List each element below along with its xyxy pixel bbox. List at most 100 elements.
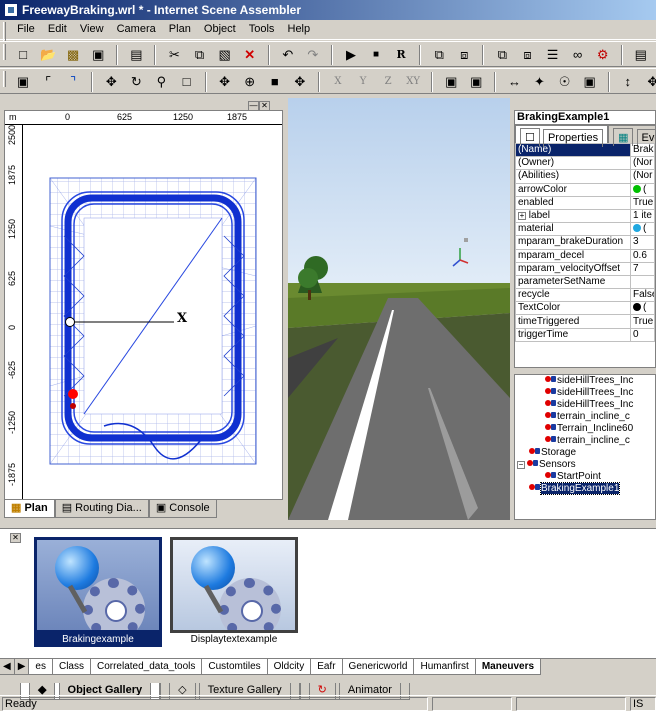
target-icon[interactable]: ☉ xyxy=(554,71,576,93)
gear-icon[interactable]: ⚙ xyxy=(592,44,614,66)
menu-help[interactable]: Help xyxy=(283,20,316,40)
height-icon[interactable]: ↕ xyxy=(617,71,639,93)
open-folder-icon[interactable]: 📂 xyxy=(37,44,59,66)
tree-node[interactable]: Storage xyxy=(515,447,655,459)
property-row[interactable]: recycleFalse xyxy=(515,288,655,303)
orbit-icon[interactable]: ⊕ xyxy=(239,71,261,93)
move-icon[interactable]: ✥ xyxy=(100,71,122,93)
menubar-grip[interactable] xyxy=(3,22,6,42)
category-tab[interactable]: Correlated_data_tools xyxy=(90,659,203,675)
tree-node[interactable]: terrain_incline_c xyxy=(515,411,655,423)
property-row[interactable]: material ( xyxy=(515,222,655,237)
menu-edit[interactable]: Edit xyxy=(43,20,72,40)
property-value[interactable]: ( xyxy=(630,301,655,316)
road-scene[interactable] xyxy=(288,98,510,520)
property-value[interactable]: True xyxy=(630,314,655,329)
menu-plan[interactable]: Plan xyxy=(164,20,196,40)
toolbar-grip[interactable] xyxy=(3,44,6,60)
tree-node[interactable]: StartPoint xyxy=(515,471,655,483)
gallery-item[interactable]: Brakingexample xyxy=(34,537,162,649)
rotate-icon[interactable]: ↻ xyxy=(125,71,147,93)
property-row[interactable]: timeTriggered True xyxy=(515,314,655,329)
play-icon[interactable]: ▶ xyxy=(340,44,362,66)
save-icon[interactable]: ▣ xyxy=(87,44,109,66)
measure-icon[interactable]: ∞ xyxy=(567,44,589,66)
frame-icon[interactable]: ▣ xyxy=(579,71,601,93)
property-value[interactable]: True xyxy=(630,195,655,210)
fit-icon[interactable]: ■ xyxy=(264,71,286,93)
category-tab[interactable]: es xyxy=(29,659,53,675)
scroll-right-icon[interactable]: ▶ xyxy=(14,659,30,675)
axis-y-button[interactable]: Y xyxy=(352,71,374,93)
menu-view[interactable]: View xyxy=(75,20,109,40)
plan-move-icon[interactable]: ⌝ xyxy=(62,71,84,93)
property-row[interactable]: parameterSetName xyxy=(515,274,655,290)
open-scene-icon[interactable]: ▩ xyxy=(62,44,84,66)
category-tab[interactable]: Eafr xyxy=(311,659,343,675)
property-value[interactable]: 3 xyxy=(630,235,655,250)
property-value[interactable]: ( xyxy=(630,222,655,237)
axis-z-button[interactable]: Z xyxy=(377,71,399,93)
tab-events[interactable]: ▦ Events xyxy=(608,125,655,147)
expand-icon[interactable]: + xyxy=(518,212,526,221)
category-tab-active[interactable]: Maneuvers xyxy=(475,659,542,675)
property-value[interactable]: 0 xyxy=(630,327,655,342)
width-icon[interactable]: ↔ xyxy=(503,71,525,93)
snap-icon[interactable]: ✦ xyxy=(529,71,551,93)
axis-xy-button[interactable]: XY xyxy=(402,71,424,93)
property-row[interactable]: enabled True xyxy=(515,195,655,210)
tree-node-selected[interactable]: BrakingExample1 xyxy=(515,482,655,495)
group-icon[interactable]: ⧉ xyxy=(428,44,450,66)
tree-node[interactable]: sideHillTrees_Inc xyxy=(515,399,655,411)
property-value[interactable]: Brak xyxy=(630,142,655,158)
tree-node[interactable]: sideHillTrees_Inc xyxy=(515,375,655,387)
property-value[interactable]: (Nor xyxy=(630,169,655,184)
property-row[interactable]: + label 1 ite xyxy=(515,208,655,224)
view-top-icon[interactable]: ▣ xyxy=(465,71,487,93)
align-icon[interactable]: ☰ xyxy=(542,44,564,66)
category-tab[interactable]: Customtiles xyxy=(202,659,268,675)
property-value[interactable]: 7 xyxy=(630,261,655,276)
undo-icon[interactable]: ↶ xyxy=(277,44,299,66)
property-value[interactable]: 0.6 xyxy=(630,248,655,263)
property-row[interactable]: arrowColor ( xyxy=(515,182,655,197)
property-value[interactable] xyxy=(630,274,655,290)
property-value[interactable]: False xyxy=(630,288,655,303)
reset-button[interactable]: R xyxy=(390,44,412,66)
cut-icon[interactable]: ✂ xyxy=(164,44,186,66)
close-icon[interactable]: ✕ xyxy=(10,533,21,543)
property-row[interactable]: triggerTime 0 xyxy=(515,327,655,342)
category-tab[interactable]: Oldcity xyxy=(267,659,312,675)
zoom-icon[interactable]: ⚲ xyxy=(150,71,172,93)
paste-icon[interactable]: ▧ xyxy=(214,44,236,66)
category-tab[interactable]: Class xyxy=(52,659,91,675)
tree-node[interactable]: terrain_incline_c xyxy=(515,435,655,447)
collapse-icon[interactable]: − xyxy=(517,461,525,469)
center-icon[interactable]: ✥ xyxy=(289,71,311,93)
property-value[interactable]: ( xyxy=(630,182,655,197)
road-network-map[interactable] xyxy=(24,126,283,500)
plan-view[interactable]: m 0 625 1250 1875 2500 1875 1250 625 0 -… xyxy=(4,110,283,500)
property-row[interactable]: (Abilities) (Nor xyxy=(515,169,655,184)
zoom-box-icon[interactable]: □ xyxy=(176,71,198,93)
property-row[interactable]: mparam_decel 0.6 xyxy=(515,248,655,263)
menu-file[interactable]: File xyxy=(12,20,40,40)
property-value[interactable]: (Nor xyxy=(630,156,655,171)
select-icon[interactable]: ▣ xyxy=(12,71,34,93)
copy-icon[interactable]: ⧉ xyxy=(189,44,211,66)
redo-icon[interactable]: ↷ xyxy=(302,44,324,66)
view-front-icon[interactable]: ▣ xyxy=(440,71,462,93)
plan-select-icon[interactable]: ⌜ xyxy=(37,71,59,93)
menu-object[interactable]: Object xyxy=(199,20,241,40)
toolbar-grip[interactable] xyxy=(3,71,6,87)
tree-node[interactable]: Terrain_Incline60 xyxy=(515,423,655,435)
property-row[interactable]: mparam_velocityOffset 7 xyxy=(515,261,655,276)
tab-console[interactable]: ▣ Console xyxy=(148,500,217,518)
ungroup-icon[interactable]: ⧈ xyxy=(453,44,475,66)
unlink-icon[interactable]: ⧈ xyxy=(517,44,539,66)
3d-viewport[interactable] xyxy=(288,98,510,520)
new-file-icon[interactable]: □ xyxy=(12,44,34,66)
tree-node[interactable]: − Sensors xyxy=(515,459,655,471)
category-tab[interactable]: Genericworld xyxy=(342,659,415,675)
cross-icon[interactable]: ✥ xyxy=(642,71,656,93)
